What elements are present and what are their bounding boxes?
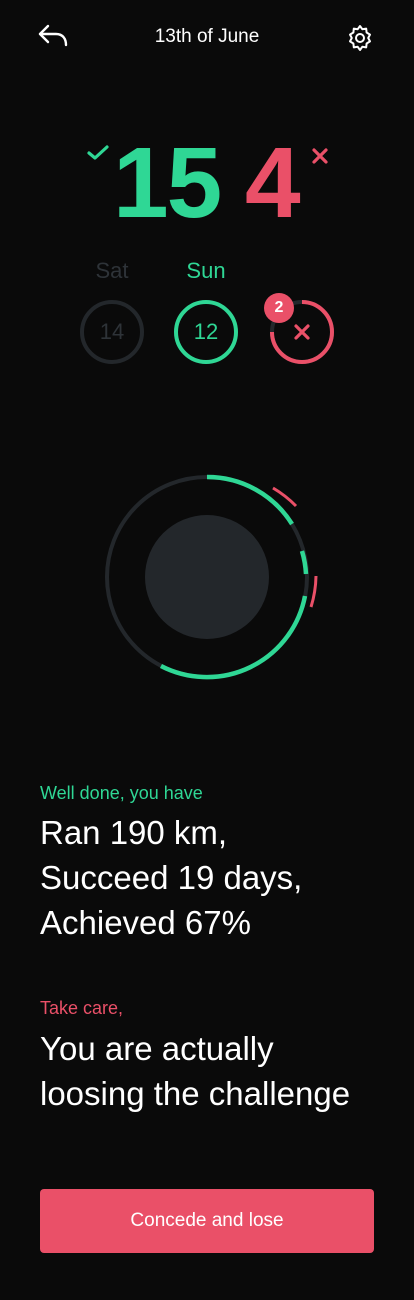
day-selector: Sat 14 Sun 12 2: [0, 256, 414, 376]
lost-count: 4: [245, 127, 301, 239]
warning-line: loosing the challenge: [40, 1075, 351, 1112]
missed-badge: 2: [264, 293, 294, 323]
warning-label: Take care,: [40, 998, 124, 1018]
day-value: 14: [99, 319, 125, 344]
day-ring-sun[interactable]: 12: [174, 300, 238, 364]
top-bar: 13th of June: [0, 0, 414, 74]
progress-center: [145, 515, 269, 639]
warning-line: You are actually: [40, 1030, 274, 1067]
progress-ring: [105, 474, 318, 680]
score-summary: 15 4: [0, 128, 414, 238]
success-text: Ran 190 km, Succeed 19 days, Achieved 67…: [40, 810, 302, 945]
day-label-sat: Sat: [95, 258, 129, 283]
stat-line: Achieved 67%: [40, 904, 251, 941]
cross-icon: [294, 324, 310, 340]
warning-text: You are actually loosing the challenge: [40, 1026, 350, 1116]
day-ring-sat[interactable]: 14: [80, 300, 144, 364]
success-label: Well done, you have: [40, 783, 203, 803]
day-label-sun: Sun: [186, 258, 226, 283]
stat-line: Succeed 19 days,: [40, 859, 303, 896]
concede-button[interactable]: Concede and lose: [40, 1189, 374, 1253]
day-value: 12: [193, 319, 219, 344]
gear-icon[interactable]: [345, 23, 375, 53]
cross-icon: [312, 148, 328, 164]
check-icon: [87, 145, 109, 160]
won-count: 15: [113, 127, 222, 239]
stat-line: Ran 190 km,: [40, 814, 228, 851]
